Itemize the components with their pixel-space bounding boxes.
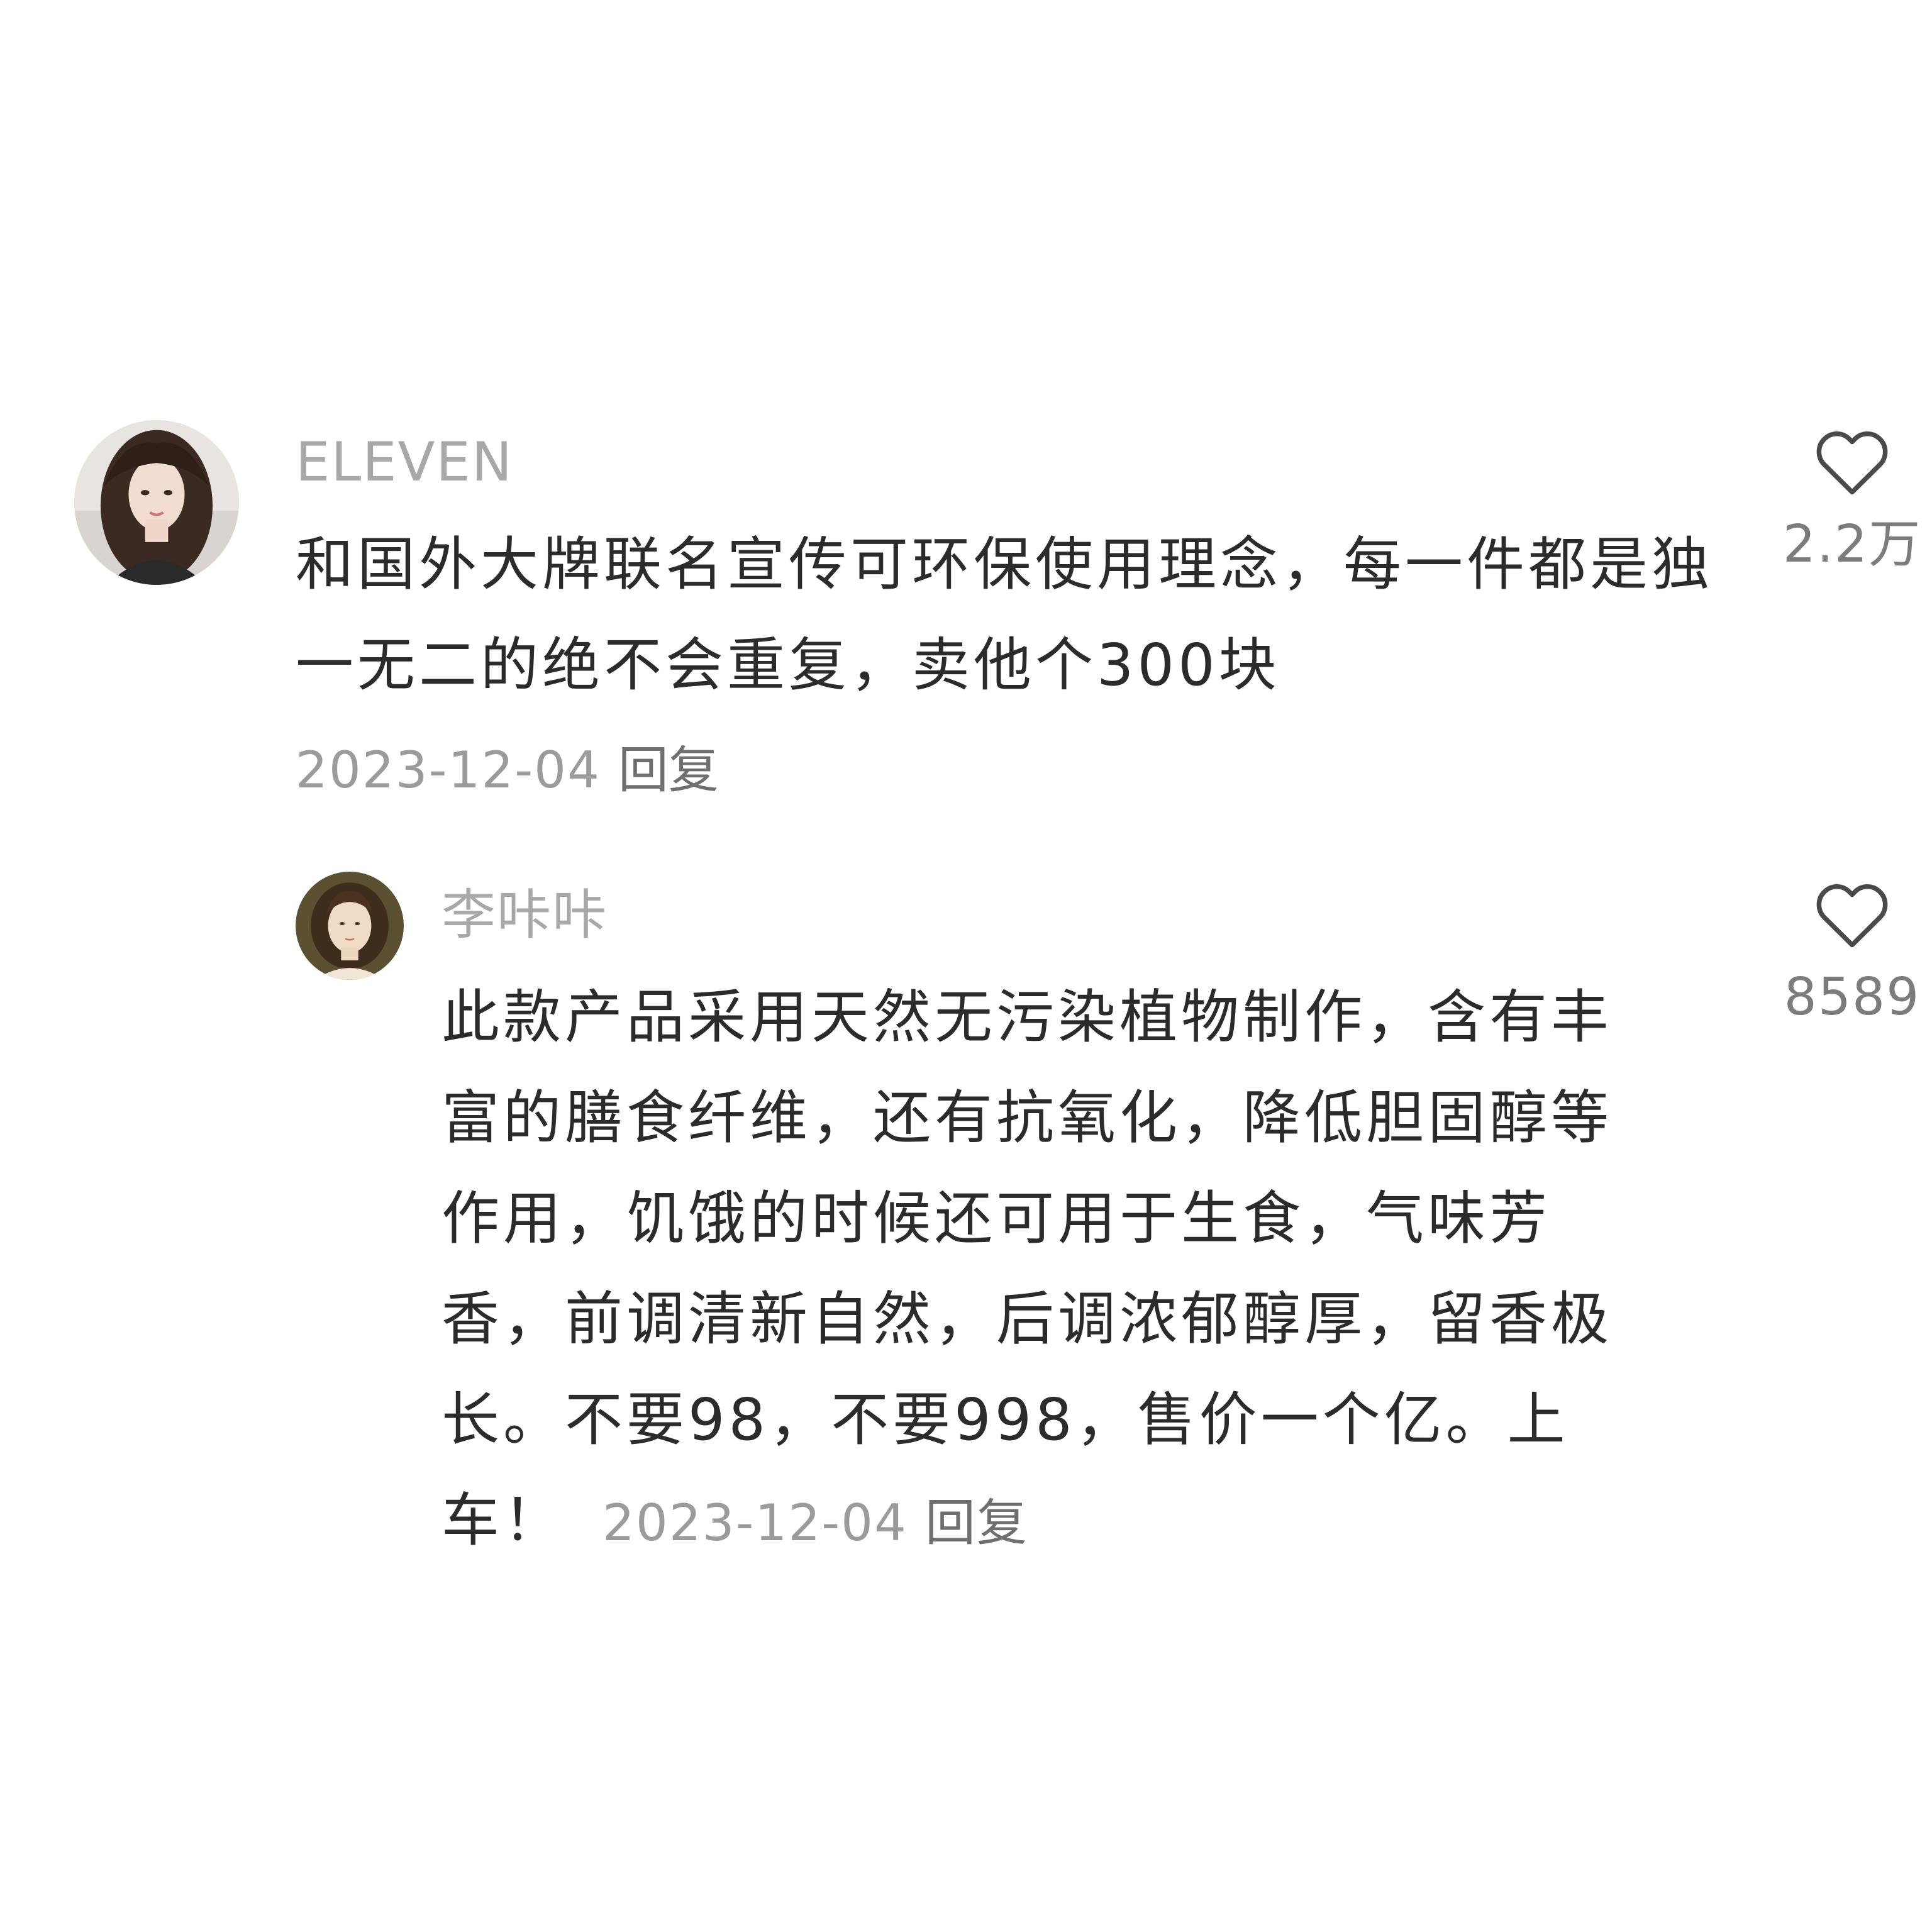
reply-button[interactable]: 回复: [925, 1494, 1028, 1552]
avatar-likaka[interactable]: [296, 872, 404, 980]
comment-text-content: 此款产品采用天然无污染植物制作，含有丰富的膳食纤维，还有抗氧化，降低胆固醇等作用…: [441, 984, 1613, 1554]
like-count: 8589: [1784, 967, 1921, 1027]
like-button[interactable]: 8589: [1777, 880, 1928, 1029]
heart-outline-icon: [1816, 884, 1888, 948]
woman-portrait-photo: [74, 420, 239, 585]
comment-meta: 2023-12-04 回复: [296, 739, 719, 802]
username[interactable]: 李咔咔: [441, 884, 608, 947]
comment-text: 和国外大牌联名宣传可环保使用理念，每一件都是独一无二的绝不会重复，卖他个300块: [296, 531, 1714, 699]
like-count: 2.2万: [1782, 514, 1922, 574]
comment-likaka: 李咔咔 此款产品采用天然无污染植物制作，含有丰富的膳食纤维，还有抗氧化，降低胆固…: [0, 818, 1932, 1572]
reply-button[interactable]: 回复: [618, 741, 719, 799]
comment-text: 此款产品采用天然无污染植物制作，含有丰富的膳食纤维，还有抗氧化，降低胆固醇等作用…: [441, 967, 1668, 1574]
comment-date: 2023-12-04: [296, 741, 601, 799]
like-button[interactable]: 2.2万: [1777, 428, 1928, 576]
comment-date: 2023-12-04: [602, 1494, 908, 1552]
classical-painting-portrait: [296, 872, 404, 980]
heart-outline-icon: [1816, 431, 1888, 495]
username[interactable]: ELEVEN: [296, 431, 513, 494]
comment-meta: 2023-12-04 回复: [602, 1494, 1028, 1552]
comment-eleven: ELEVEN 和国外大牌联名宣传可环保使用理念，每一件都是独一无二的绝不会重复，…: [0, 0, 1932, 818]
avatar-eleven[interactable]: [74, 420, 239, 585]
